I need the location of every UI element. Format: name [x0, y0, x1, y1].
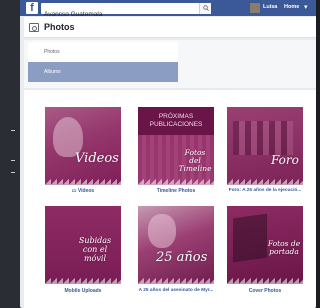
cover-photo-portrait	[148, 214, 176, 248]
tab-albums[interactable]: Albums	[28, 62, 178, 82]
cover-pattern	[227, 278, 303, 284]
album-cover-videos[interactable]: Videos	[45, 107, 121, 185]
album-cover-timeline-photos[interactable]: PRÓXIMAS PUBLICACIONES Fotos del Timelin…	[138, 107, 214, 185]
album-caption[interactable]: Foro: A 25 años de la ejecució...	[223, 188, 307, 193]
album-cover-mobile-uploads[interactable]: Subidas con el móvil	[45, 206, 121, 284]
user-avatar[interactable]	[250, 3, 260, 13]
cover-photo-people	[233, 121, 293, 155]
album-caption[interactable]: Timeline Photos	[138, 188, 214, 194]
browser-window: f Luisa Home ▾ Photos Photos Albums	[20, 0, 316, 308]
profile-link[interactable]: Luisa	[263, 4, 277, 10]
album-cover-cover-photos[interactable]: Fotos de portada	[227, 206, 303, 284]
cover-pattern	[45, 179, 121, 185]
tab-photos[interactable]: Photos	[28, 42, 178, 63]
search-icon	[203, 5, 209, 11]
album-cover-foro[interactable]: Foro	[227, 107, 303, 185]
album-caption[interactable]: ▭ Videos	[45, 188, 121, 194]
dropdown-icon[interactable]: ▾	[304, 3, 308, 11]
photos-header: Photos	[24, 17, 316, 38]
album-caption[interactable]: Mobile Uploads	[45, 288, 121, 294]
tab-label: Albums	[44, 69, 61, 75]
facebook-topbar: f Luisa Home ▾	[20, 0, 316, 20]
cover-pattern	[227, 179, 303, 185]
album-caption[interactable]: A 25 años del asesinato de Myr...	[132, 288, 220, 293]
cover-pattern	[138, 278, 214, 284]
album-caption-text: Videos	[77, 188, 95, 194]
background-panel	[0, 0, 20, 308]
home-link[interactable]: Home	[284, 4, 299, 10]
cover-banner-text: PRÓXIMAS PUBLICACIONES	[149, 113, 203, 128]
photos-icon	[29, 23, 39, 32]
background-mark	[11, 172, 15, 173]
facebook-logo[interactable]: f	[26, 2, 38, 14]
photos-tabs: Photos Albums	[24, 40, 316, 88]
album-cover-title: Fotos del Timeline	[178, 148, 212, 173]
page-title: Photos	[44, 22, 75, 32]
album-cover-title: Videos	[75, 151, 119, 166]
album-cover-25-anos[interactable]: 25 años	[138, 206, 214, 284]
album-cover-title: Subidas con el móvil	[78, 236, 112, 263]
search-button[interactable]	[199, 3, 211, 14]
cover-photo-poster	[233, 213, 267, 263]
tab-label: Photos	[44, 49, 60, 55]
cover-pattern	[45, 278, 121, 284]
cover-pattern	[138, 179, 214, 185]
album-cover-title: Foro	[271, 153, 299, 167]
background-mark	[11, 130, 15, 131]
search-box	[41, 3, 211, 20]
album-cover-title: 25 años	[156, 250, 208, 265]
album-caption[interactable]: Cover Photos	[227, 288, 303, 294]
albums-grid: Videos ▭ Videos PRÓXIMAS PUBLICACIONES F…	[24, 90, 316, 308]
album-cover-title: Fotos de portada	[267, 239, 301, 256]
background-mark	[11, 160, 15, 161]
